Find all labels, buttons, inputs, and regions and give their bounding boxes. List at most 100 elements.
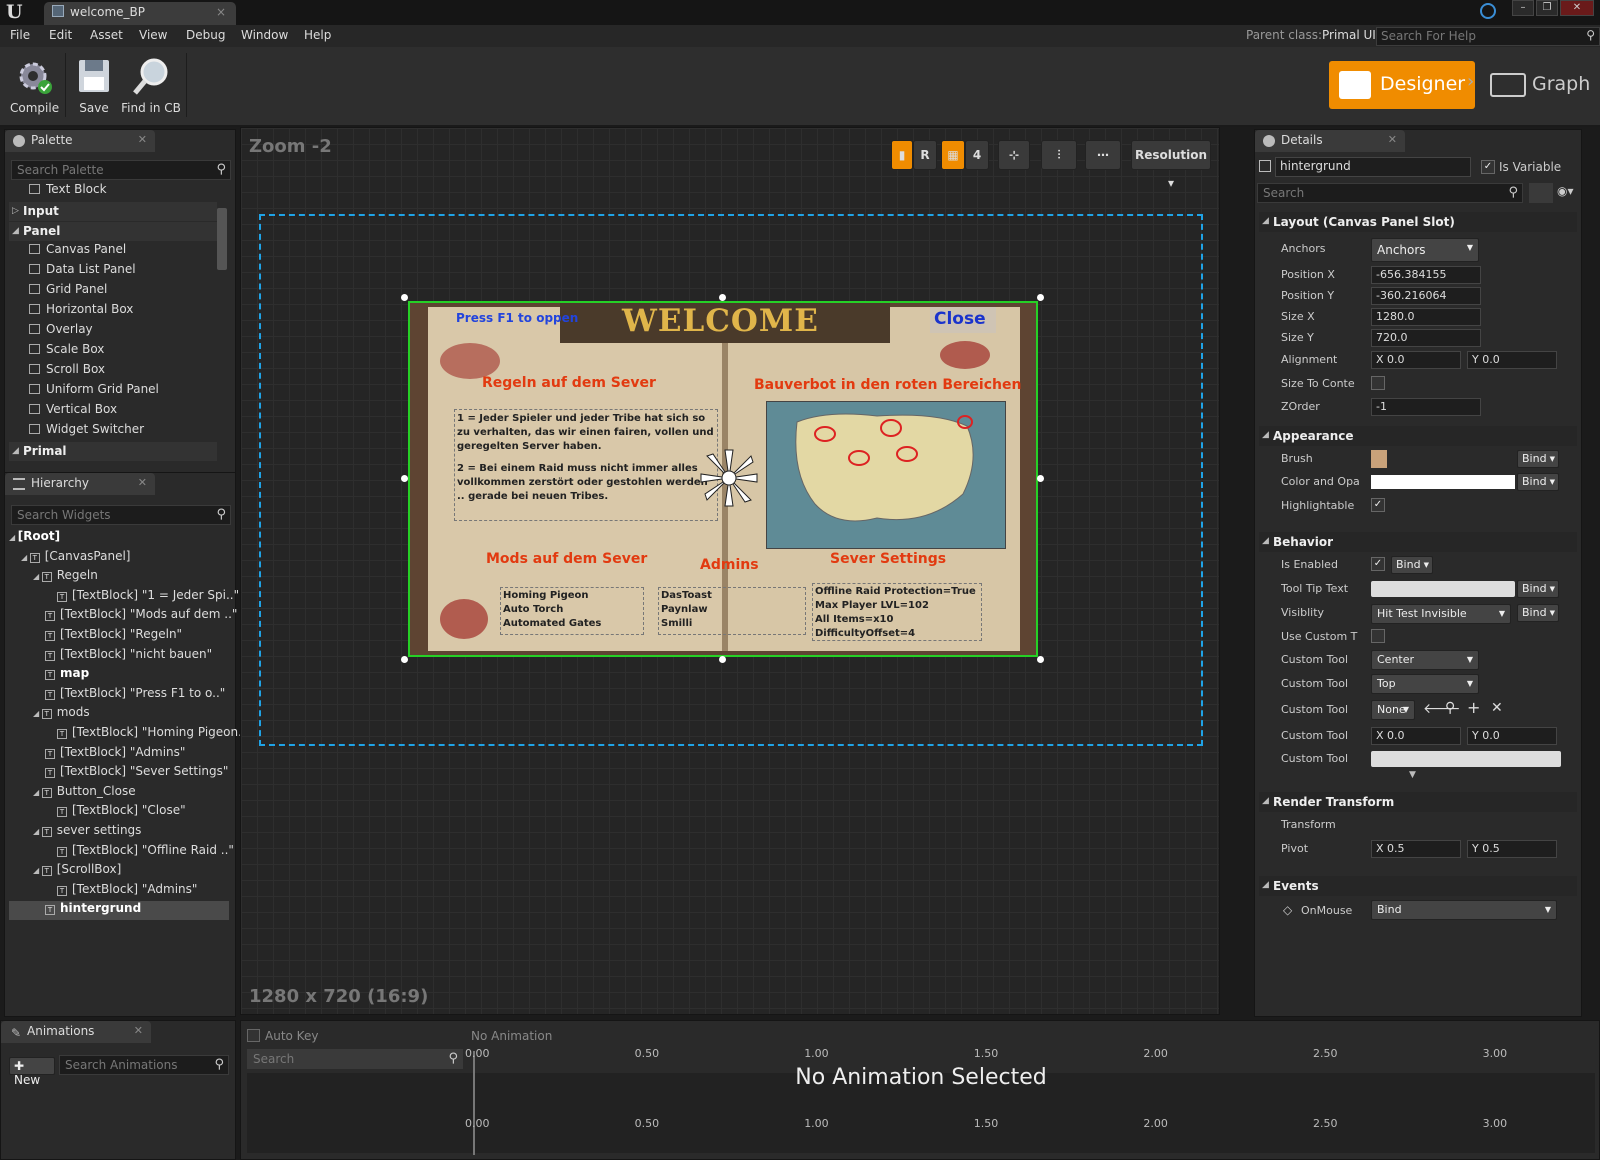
menu-view[interactable]: View <box>139 28 167 42</box>
menu-edit[interactable]: Edit <box>49 28 72 42</box>
menu-asset[interactable]: Asset <box>90 28 123 42</box>
expand-arrow-icon[interactable]: ◢ <box>33 827 42 836</box>
alignment-x-field[interactable]: X 0.0 <box>1371 351 1461 369</box>
size-to-content-checkbox[interactable] <box>1371 376 1385 390</box>
palette-item[interactable]: Uniform Grid Panel <box>29 382 159 396</box>
minimize-icon[interactable]: – <box>1512 0 1534 16</box>
expand-arrow-icon[interactable]: ▷ <box>12 206 19 216</box>
hierarchy-row[interactable]: T [TextBlock] "Close" <box>45 803 186 822</box>
zorder-field[interactable]: -1 <box>1371 398 1481 416</box>
is-enabled-checkbox[interactable]: ✓ <box>1371 557 1385 571</box>
graph-mode-button[interactable]: Graph <box>1486 61 1596 109</box>
render-transform-section-header[interactable]: ◢ Render Transform <box>1259 792 1577 812</box>
expand-arrow-icon[interactable]: ▼ <box>1409 770 1416 780</box>
hierarchy-row[interactable]: T [TextBlock] "Regeln" <box>33 627 182 646</box>
palette-category-primal[interactable]: ◢ Primal <box>9 442 217 461</box>
pivot-x-field[interactable]: X 0.5 <box>1371 840 1461 858</box>
asset-tab[interactable]: welcome_BP × <box>44 2 236 25</box>
custom-tool-y-field[interactable]: Y 0.0 <box>1467 727 1557 745</box>
hierarchy-row[interactable]: T [TextBlock] "Admins" <box>33 745 185 764</box>
alignment-y-field[interactable]: Y 0.0 <box>1467 351 1557 369</box>
expand-arrow-icon[interactable]: ◢ <box>21 553 30 562</box>
grid-size-button[interactable]: 4 <box>965 140 989 170</box>
resize-handle[interactable] <box>401 294 408 301</box>
grid-toggle-button[interactable]: ▦ <box>941 140 965 170</box>
anchor-flower-icon[interactable] <box>697 446 761 510</box>
size-x-field[interactable]: 1280.0 <box>1371 308 1481 326</box>
sync-icon[interactable] <box>1480 3 1496 19</box>
hierarchy-row[interactable]: T [TextBlock] "1 = Jeder Spi.." <box>45 588 239 607</box>
close-button[interactable]: Close <box>930 307 996 333</box>
compile-button[interactable]: Compile <box>10 55 59 115</box>
hierarchy-tab[interactable]: Hierarchy ✕ <box>5 473 155 495</box>
custom-tool-field[interactable] <box>1371 751 1561 767</box>
auto-key-checkbox[interactable] <box>247 1029 260 1042</box>
palette-tab[interactable]: Palette ✕ <box>5 130 155 152</box>
hierarchy-row[interactable]: Tmap <box>33 666 89 685</box>
hierarchy-row[interactable]: T [TextBlock] "Sever Settings" <box>33 764 228 783</box>
tooltip-text-field[interactable] <box>1371 581 1515 597</box>
plus-icon[interactable]: + <box>1467 698 1480 717</box>
hierarchy-row[interactable]: T [TextBlock] "nicht bauen" <box>33 647 212 666</box>
palette-item[interactable]: Data List Panel <box>29 262 136 276</box>
hierarchy-row[interactable]: ◢ T Button_Close <box>33 784 136 803</box>
save-button[interactable]: Save <box>74 55 114 115</box>
details-search-input[interactable]: Search ⚲ <box>1257 183 1523 203</box>
visibility-bind-button[interactable]: Bind ▼ <box>1517 604 1559 622</box>
custom-tool-x-field[interactable]: X 0.0 <box>1371 727 1461 745</box>
palette-search-input[interactable]: Search Palette ⚲ <box>11 160 231 180</box>
hierarchy-row[interactable]: ◢ [Root] <box>9 529 60 548</box>
custom-tool-dropdown[interactable]: Top ▼ <box>1371 674 1479 694</box>
menu-file[interactable]: File <box>10 28 30 42</box>
resize-handle[interactable] <box>719 294 726 301</box>
color-bind-button[interactable]: Bind ▼ <box>1517 473 1559 491</box>
position-x-field[interactable]: -656.384155 <box>1371 266 1481 284</box>
resize-handle[interactable] <box>719 656 726 663</box>
size-y-field[interactable]: 720.0 <box>1371 329 1481 347</box>
menu-help[interactable]: Help <box>304 28 331 42</box>
resize-handle[interactable] <box>1037 475 1044 482</box>
designer-viewport[interactable]: Zoom -2 ▮ R ▦ 4 ⊹ ⫶ ⋯ Resolution ▾ 1280 … <box>240 127 1220 1015</box>
palette-item[interactable]: Vertical Box <box>29 402 117 416</box>
palette-item[interactable]: Canvas Panel <box>29 242 126 256</box>
hierarchy-row[interactable]: ◢ T Regeln <box>33 568 98 587</box>
hierarchy-row[interactable]: T [TextBlock] "Homing Pigeon.." <box>45 725 251 744</box>
color-swatch[interactable] <box>1371 475 1515 489</box>
layout-toggle-button[interactable]: ▮ <box>891 140 913 170</box>
maximize-icon[interactable]: ❐ <box>1536 0 1558 16</box>
align-horizontal-icon[interactable]: ⋯ <box>1085 140 1121 170</box>
events-section-header[interactable]: ◢ Events <box>1259 876 1577 896</box>
help-search-input[interactable]: Search For Help ⚲ <box>1376 27 1600 46</box>
r-toggle-button[interactable]: R <box>913 140 937 170</box>
palette-item[interactable]: Horizontal Box <box>29 302 133 316</box>
resolution-dropdown[interactable]: Resolution ▾ <box>1131 140 1211 190</box>
find-in-cb-button[interactable]: Find in CB <box>120 55 182 115</box>
expand-arrow-icon[interactable]: ◢ <box>33 788 42 797</box>
close-icon[interactable]: ✕ <box>138 133 147 146</box>
palette-item[interactable]: Scroll Box <box>29 362 105 376</box>
expand-arrow-icon[interactable]: ◢ <box>9 533 18 542</box>
resize-handle[interactable] <box>1037 294 1044 301</box>
close-window-icon[interactable]: ✕ <box>1560 0 1594 16</box>
layout-section-header[interactable]: ◢ Layout (Canvas Panel Slot) <box>1259 212 1577 232</box>
palette-scrollbar[interactable] <box>217 208 227 270</box>
hierarchy-row[interactable]: T [TextBlock] "Admins" <box>45 882 197 901</box>
resize-handle[interactable] <box>401 656 408 663</box>
grid-view-icon[interactable] <box>1529 183 1553 203</box>
resize-handle[interactable] <box>401 475 408 482</box>
brush-swatch[interactable] <box>1371 450 1387 468</box>
palette-category-panel[interactable]: ◢ Panel <box>9 222 217 241</box>
browse-icon[interactable]: ⚲ <box>1445 700 1455 716</box>
custom-tool-dropdown[interactable]: None ▼ <box>1371 700 1415 720</box>
use-custom-tooltip-checkbox[interactable] <box>1371 629 1385 643</box>
hierarchy-row[interactable]: T [TextBlock] "Offline Raid .." <box>45 843 234 862</box>
onmouse-bind-dropdown[interactable]: Bind ▼ <box>1371 900 1557 920</box>
brush-bind-button[interactable]: Bind ▼ <box>1517 450 1559 468</box>
menu-debug[interactable]: Debug <box>186 28 225 42</box>
close-tab-icon[interactable]: × <box>216 5 226 19</box>
palette-item[interactable]: Grid Panel <box>29 282 107 296</box>
hierarchy-row[interactable]: T [TextBlock] "Press F1 to o.." <box>33 686 225 705</box>
enabled-bind-button[interactable]: Bind ▼ <box>1391 556 1433 574</box>
close-icon[interactable]: ✕ <box>134 1024 143 1037</box>
anchors-dropdown[interactable]: Anchors ▼ <box>1371 238 1479 262</box>
